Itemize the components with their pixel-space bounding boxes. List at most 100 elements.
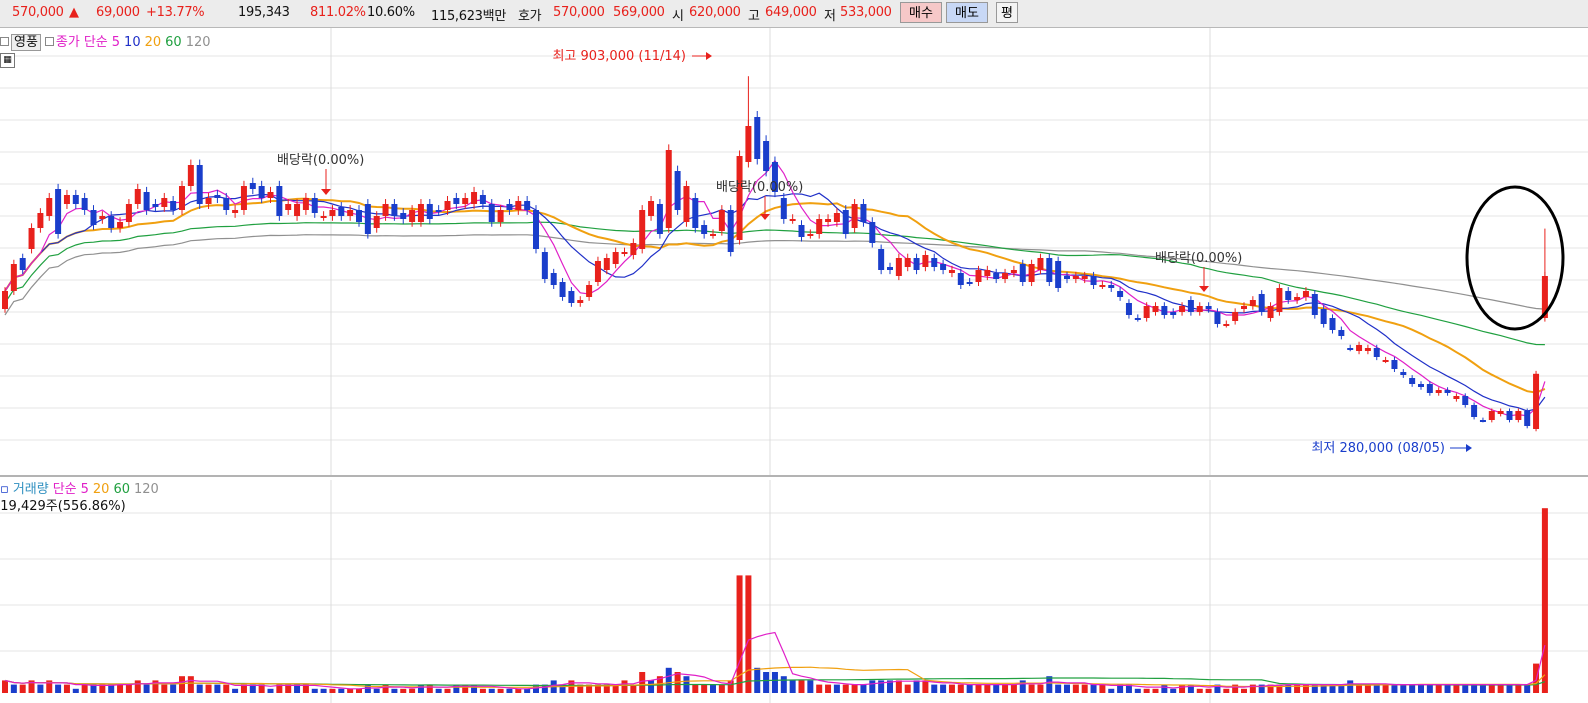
volume-bar [1196,688,1203,693]
candle [1382,360,1389,362]
volume-bar [1515,684,1522,693]
candle [249,183,256,189]
volume-bar [1409,684,1416,693]
checkbox-icon[interactable] [0,37,9,46]
volume-bar [152,680,159,693]
volume-bar [1356,684,1363,693]
legend-ma5: 5 [111,35,121,50]
ask-price: 570,000 [553,5,605,20]
candle [1179,306,1186,312]
dividend-label: 배당락(0.00%) [716,180,803,195]
candle [1241,306,1247,309]
volume-bar [329,688,336,693]
candle [1444,390,1451,393]
volume-bar [816,684,823,693]
candle [692,198,699,228]
trade-amount: 115,623백만 [431,9,506,24]
volume-bar [665,667,672,693]
candle [1117,291,1124,297]
candle [143,192,150,210]
candle [1010,270,1017,273]
volume-bar [1382,684,1389,693]
volume-series [2,508,1548,693]
volume-bar [1506,684,1513,693]
candle [1488,411,1495,420]
quote-label: 호가 [518,9,542,24]
volume-bar [161,684,168,693]
table-icon[interactable]: ▦ [0,53,15,68]
candle [294,204,301,216]
checkbox-icon[interactable] [44,37,54,46]
volume-bar [975,684,982,693]
candle [1081,276,1088,279]
low-price: 533,000 [840,5,892,20]
volume-ratio: 811.02% [310,5,366,20]
volume-bar [931,684,938,693]
candle [338,207,345,216]
candle [1223,324,1230,326]
sell-button[interactable]: 매도 [946,2,988,23]
candle [10,264,17,291]
volume-bar [1152,688,1159,693]
candle [922,255,929,267]
volume-bar [984,684,991,693]
volume-bar [904,684,911,693]
candle [444,201,451,210]
candle [329,210,336,216]
candle [1090,276,1097,285]
candle [842,210,849,234]
candle [37,213,44,228]
candle [63,195,70,204]
candle [887,267,893,270]
candle [1072,276,1079,279]
candle [1143,306,1150,318]
candle [426,204,433,219]
candle [639,210,646,249]
volume-bar [444,688,451,693]
volume-bar [807,680,814,693]
candle [1400,372,1407,375]
candle [170,201,177,210]
buy-button[interactable]: 매수 [900,2,942,23]
volume-bar [718,684,725,693]
average-button[interactable]: 평 [996,2,1018,23]
volume-bar [966,684,973,693]
volume-bar [771,672,778,693]
volume-bar [55,684,62,693]
candle [134,189,141,204]
candle [1205,306,1212,309]
volume-bar [710,684,716,693]
candle [356,210,362,222]
price-legend: 영풍 종가 단순 5 10 20 60 120 [0,31,215,51]
candle [1426,384,1433,393]
candle [417,204,424,222]
turnover-rate: 10.60% [367,5,415,20]
legend-ma10: 10 [124,35,141,50]
stock-name-toggle[interactable]: 영풍 [11,34,41,51]
candle [1391,360,1398,369]
candle [2,291,8,309]
volume-bar [2,680,8,693]
volume-bar [1418,684,1424,693]
volume-bar [1179,684,1186,693]
volume-bar [143,684,150,693]
candle [1267,306,1274,318]
volume-bar [913,680,920,693]
volume-bar [409,688,416,693]
volume-bar [1099,684,1106,693]
candle [240,186,247,210]
volume-bar [1223,688,1230,693]
candle [674,171,681,210]
candle [533,210,539,249]
record-high-arrow-head [706,52,712,60]
legend-ma120: 120 [185,35,211,50]
volume-bar [692,684,699,693]
volume-bar [860,684,867,693]
volume-bar [745,575,752,693]
candle [1037,258,1044,270]
candle [1019,264,1026,282]
volume-bar [1134,688,1141,693]
volume-bar [789,680,796,693]
candle [718,210,725,231]
volume-bar [1364,684,1371,693]
